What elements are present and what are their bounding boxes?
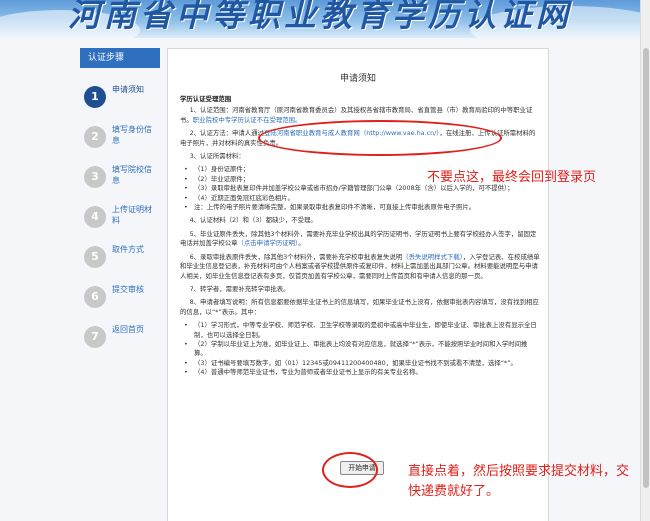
- step-number-circle: 3: [84, 166, 106, 188]
- step-item-pickup[interactable]: 5 取件方式: [80, 238, 160, 278]
- step-number-circle: 7: [84, 326, 106, 348]
- paragraph-missing: 4、认证材料（2）和（3）都缺少，不受理。: [189, 216, 317, 225]
- step-item-identity[interactable]: 2 填写身份信息: [80, 118, 160, 158]
- step-label: 上传证明材料: [112, 205, 152, 225]
- scrollbar-thumb[interactable]: [643, 48, 649, 488]
- step-label: 返回首页: [112, 325, 144, 334]
- list-item: （4）近期正面免冠红底彩色相片。: [180, 194, 540, 204]
- step-number-circle: 2: [84, 126, 106, 148]
- notice-panel: 申请须知 学历认证受理范围 1、认证范围：河南省教育厅（原河南省教育委员会）及其…: [167, 48, 549, 521]
- site-title: 河南省中等职业教育学历认证网: [67, 0, 572, 34]
- step-item-school[interactable]: 3 填写院校信息: [80, 158, 160, 198]
- step-item-home[interactable]: 7 返回首页: [80, 318, 160, 358]
- annotation-circle-button: [322, 452, 378, 488]
- sidebar-header: 认证步骤: [80, 48, 160, 68]
- apply-certificate-link[interactable]: （点击申请学历证明）: [238, 239, 299, 247]
- step-label: 填写院校信息: [112, 165, 152, 185]
- step-number-circle: 6: [84, 286, 106, 308]
- steps-list: 1 申请须知 2 填写身份信息 3 填写院校信息 4 上传证明材料 5 取件方式…: [80, 68, 160, 358]
- step-item-submit[interactable]: 6 提交审核: [80, 278, 160, 318]
- steps-sidebar: 认证步骤 1 申请须知 2 填写身份信息 3 填写院校信息 4 上传证明材料 5…: [80, 48, 160, 358]
- lost-form-text: 6、录取审批表原件丢失，除其他3个材料外，需要补充学校审批表复失说明: [189, 252, 403, 261]
- annotation-note-top: 不要点这，最终会回到登录页: [427, 170, 597, 185]
- section-heading: 学历认证受理范围: [180, 95, 232, 103]
- list-item: （1）学习形式，中等专业学校、师范学校、卫生学校等录取的是初中或高中毕业生，即使…: [180, 321, 540, 340]
- paragraph-instructions: 8、申请者填写说明：所有信息都要依据毕业证书上的信息填写，如果毕业证书上没有，依…: [180, 298, 539, 316]
- instructions-list: （1）学习形式，中等专业学校、师范学校、卫生学校等录取的是初中或高中毕业生，即使…: [180, 321, 540, 378]
- annotation-circle-link: [258, 120, 502, 156]
- list-item: （2）学制以毕业证上为准，如毕业证上、审批表上均没有对应信息，就选择“*”表示，…: [180, 340, 540, 359]
- step-number-circle: 5: [84, 246, 106, 268]
- step-item-notice[interactable]: 1 申请须知: [80, 78, 160, 118]
- step-item-upload[interactable]: 4 上传证明材料: [80, 198, 160, 238]
- paragraph-lost-form: 6、录取审批表原件丢失，除其他3个材料外，需要补充学校审批表复失说明（丢失说明样…: [180, 253, 540, 281]
- method-text: 2、认证方法：申请人通过: [189, 129, 264, 138]
- step-label: 申请须知: [112, 85, 144, 94]
- lost-diploma-text: 5、毕业证原件丢失，除其他3个材料外，需要补充毕业学校出具的学历证明书，学历证明…: [180, 229, 537, 248]
- step-label: 取件方式: [112, 245, 144, 254]
- vertical-scrollbar[interactable]: [640, 0, 650, 521]
- annotation-note-bottom: 直接点着，然后按照要求提交材料，交快递费就好了。: [408, 464, 630, 499]
- step-label: 填写身份信息: [112, 125, 152, 145]
- download-template-link[interactable]: （丢失说明样式下载）: [402, 253, 463, 261]
- list-item: （3）证书编号要填写数字，如（01）12345或09411200400480，如…: [180, 359, 540, 369]
- paragraph-transfer: 7、转学者，需要补充转学审批表。: [189, 284, 290, 293]
- step-label: 提交审核: [112, 285, 144, 294]
- lost-diploma-text: 。: [298, 239, 305, 248]
- list-item: （4）普通中等师范毕业证书，专业为普师或者毕业证书上显示的有关专业名称。: [180, 368, 540, 378]
- panel-title: 申请须知: [339, 74, 376, 84]
- paragraph-lost-diploma: 5、毕业证原件丢失，除其他3个材料外，需要补充毕业学校出具的学历证明书，学历证明…: [180, 230, 540, 249]
- scope-link[interactable]: 职业院校中专学历认证不在受理范围。: [193, 116, 302, 124]
- list-item: 注：上传的电子照片要清晰完整，如果录取审批表复印件不清晰，可直接上传审批表原件电…: [180, 203, 540, 213]
- step-number-circle: 1: [84, 86, 106, 108]
- site-banner: 河南省中等职业教育学历认证网: [0, 0, 640, 38]
- step-number-circle: 4: [84, 206, 106, 228]
